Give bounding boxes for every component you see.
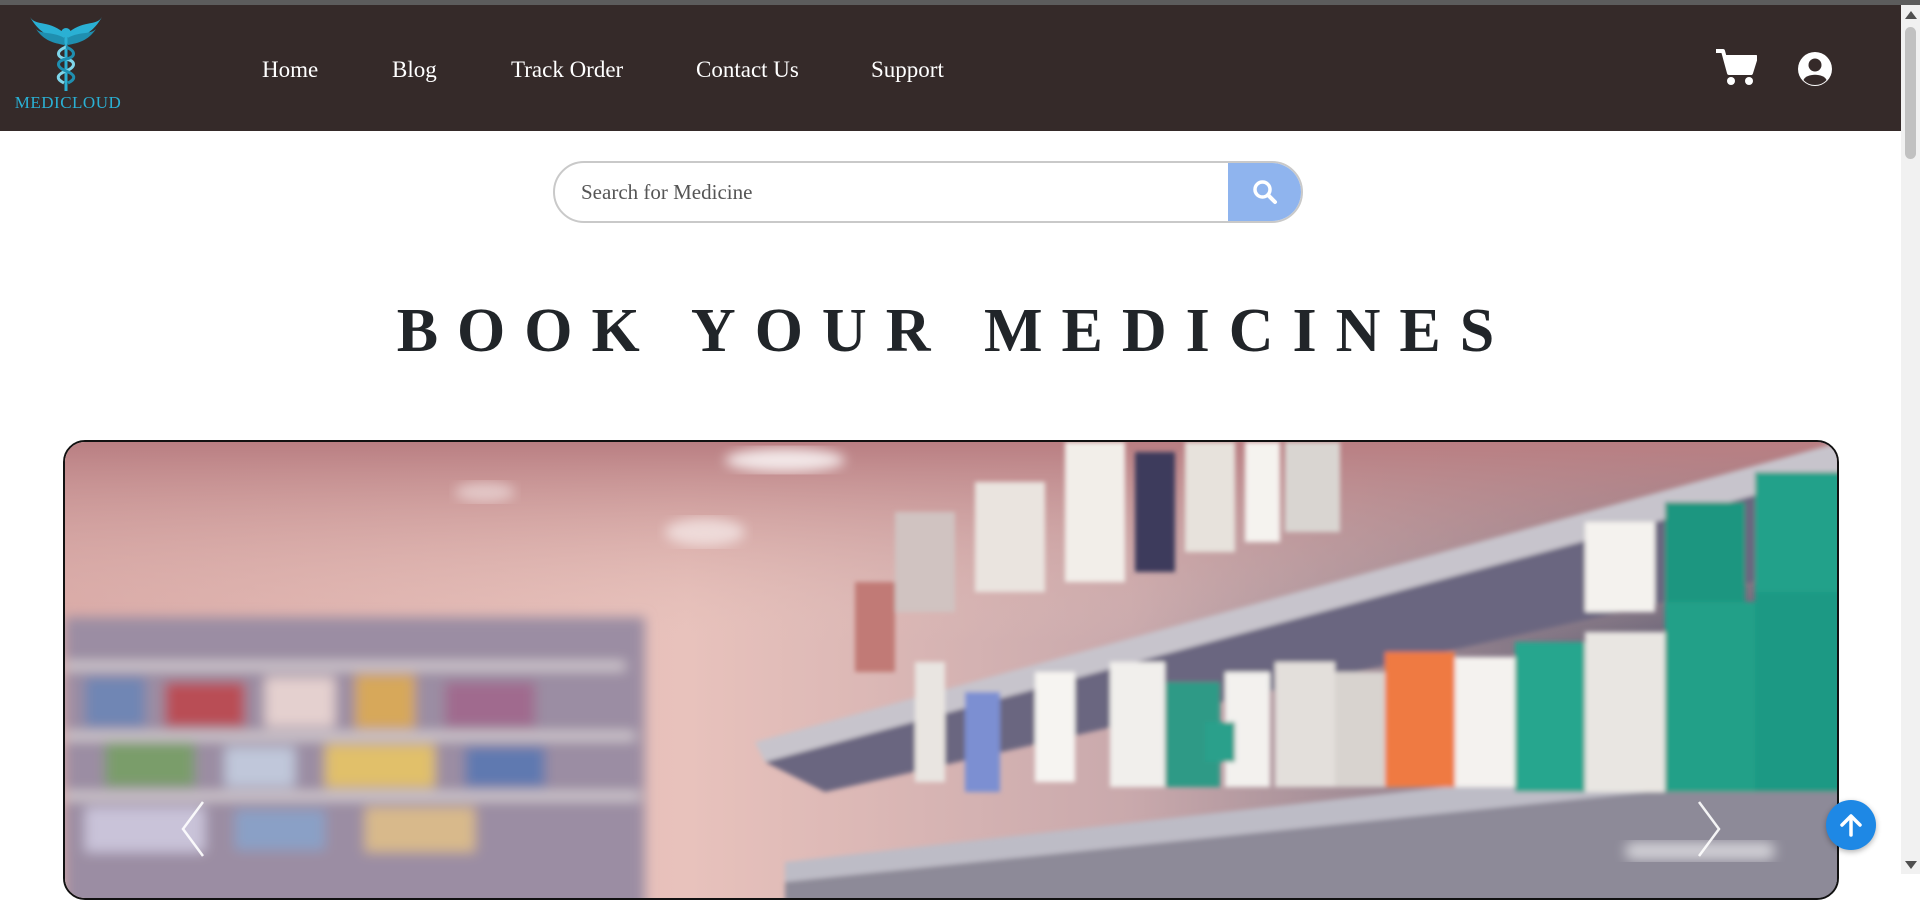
- scroll-down-arrow[interactable]: [1905, 861, 1917, 869]
- arrow-up-icon: [1840, 814, 1862, 837]
- chevron-right-icon[interactable]: [1687, 794, 1727, 864]
- search-bar: [553, 161, 1303, 223]
- search-input[interactable]: [555, 163, 1228, 221]
- scroll-thumb[interactable]: [1905, 27, 1916, 159]
- navbar: MEDICLOUD Home Blog Track Order Contact …: [0, 5, 1901, 131]
- nav-link-contact-us[interactable]: Contact Us: [696, 57, 799, 83]
- search-icon: [1252, 180, 1277, 204]
- scroll-to-top-button[interactable]: [1826, 800, 1876, 850]
- carousel: [63, 440, 1839, 900]
- brand-logo[interactable]: MEDICLOUD: [8, 13, 124, 113]
- hero-title: BOOK YOUR MEDICINES: [396, 297, 1514, 365]
- nav-link-support[interactable]: Support: [871, 57, 944, 83]
- cart-icon[interactable]: [1715, 47, 1757, 87]
- search-button[interactable]: [1228, 163, 1301, 221]
- caduceus-icon: [30, 17, 102, 91]
- brand-name: MEDICLOUD: [14, 93, 122, 112]
- pharmacy-shelves-image: [65, 442, 1837, 898]
- nav-link-home[interactable]: Home: [262, 57, 318, 83]
- chevron-left-icon[interactable]: [175, 794, 215, 864]
- nav-link-track-order[interactable]: Track Order: [511, 57, 623, 83]
- scroll-up-arrow[interactable]: [1905, 11, 1917, 19]
- nav-link-blog[interactable]: Blog: [392, 57, 437, 83]
- user-circle-icon[interactable]: [1797, 51, 1833, 87]
- page-scrollbar[interactable]: [1901, 5, 1920, 874]
